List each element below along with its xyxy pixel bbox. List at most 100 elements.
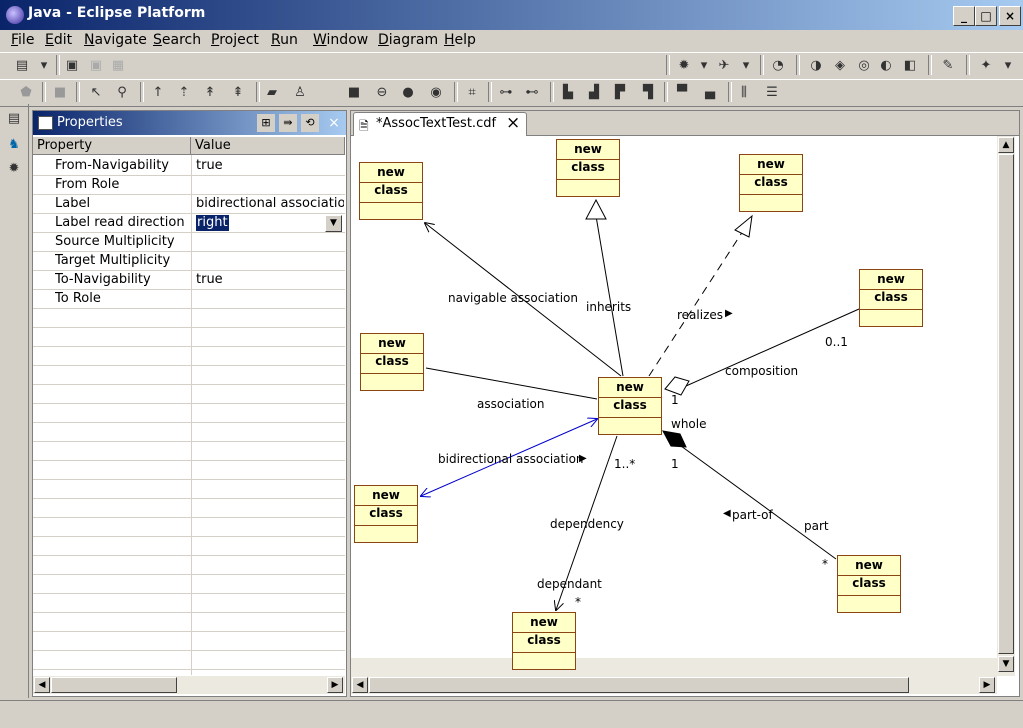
close-button[interactable]: × <box>999 6 1021 26</box>
new-file-icon[interactable]: ◧ <box>902 57 918 73</box>
edge-label[interactable]: 1..* <box>614 457 635 471</box>
association-edge[interactable] <box>425 367 598 400</box>
hierarchy-icon[interactable]: ♞ <box>6 136 22 152</box>
menu-edit[interactable]: Edit <box>45 32 72 48</box>
menu-file[interactable]: File <box>11 32 34 48</box>
align-middle-icon[interactable]: ▀ <box>674 84 690 100</box>
value-column-header[interactable]: Value <box>191 137 345 155</box>
menu-project[interactable]: Project <box>211 32 259 48</box>
save-icon[interactable]: ▣ <box>64 57 80 73</box>
package-tool-icon[interactable]: ▰ <box>264 84 280 100</box>
new-package-icon[interactable]: ◈ <box>832 57 848 73</box>
align-left-icon[interactable]: ▙ <box>560 84 576 100</box>
align-top-icon[interactable]: ▜ <box>640 84 656 100</box>
table-row[interactable]: Target Multiplicity <box>33 252 345 271</box>
menu-window[interactable]: Window <box>313 32 368 48</box>
table-row[interactable]: Label bidirectional association <box>33 195 345 214</box>
table-row[interactable]: To Role <box>33 290 345 309</box>
tree-icon[interactable]: ⊷ <box>524 84 540 100</box>
generalization-tool-icon[interactable]: ⇡ <box>176 84 192 100</box>
debug-view-icon[interactable]: ✹ <box>6 160 22 176</box>
class-box[interactable]: new class <box>837 555 901 613</box>
close-view-icon[interactable]: × <box>325 114 343 132</box>
label-direction-select[interactable]: right <box>196 215 229 231</box>
search-icon[interactable]: ◔ <box>770 57 786 73</box>
part-of-edge[interactable] <box>662 430 837 560</box>
class-box[interactable]: new class <box>859 269 923 327</box>
note-tool-icon[interactable]: ● <box>400 84 416 100</box>
select-icon[interactable]: ↖ <box>88 84 104 100</box>
association-tool-icon[interactable]: ↑ <box>150 84 166 100</box>
align-bottom-icon[interactable]: ▄ <box>702 84 718 100</box>
scroll-thumb[interactable] <box>51 677 177 693</box>
tab-assoctexttest[interactable]: 🗎 *AssocTextTest.cdf × <box>353 112 527 136</box>
edge-label[interactable]: dependant <box>537 577 602 591</box>
class-box[interactable]: new class <box>512 612 576 670</box>
realization-tool-icon[interactable]: ⇞ <box>230 84 246 100</box>
edge-label[interactable]: bidirectional association <box>438 452 584 466</box>
minimize-button[interactable]: _ <box>953 6 975 26</box>
filter-icon[interactable]: ⇛ <box>279 114 297 132</box>
class-tool-icon[interactable]: ■ <box>346 84 362 100</box>
scroll-left-icon[interactable]: ◀ <box>352 677 368 693</box>
new-wizard-icon[interactable]: ▤ <box>14 57 30 73</box>
title-bar[interactable]: Java - Eclipse Platform _ □ × <box>0 0 1023 30</box>
new-class-icon[interactable]: ◎ <box>856 57 872 73</box>
pin-icon[interactable]: ✎ <box>940 57 956 73</box>
editor-vscrollbar[interactable]: ▲ ▼ <box>997 136 1015 676</box>
layout-icon[interactable]: ⌗ <box>464 84 480 100</box>
editor-hscrollbar[interactable]: ◀ ▶ <box>351 676 997 694</box>
table-row[interactable]: From-Navigability true <box>33 157 345 176</box>
edge-label[interactable]: association <box>477 397 544 411</box>
scroll-left-icon[interactable]: ◀ <box>34 677 50 693</box>
scroll-thumb[interactable] <box>998 154 1014 654</box>
class-box[interactable]: new class <box>360 333 424 391</box>
scroll-down-icon[interactable]: ▼ <box>998 656 1014 672</box>
print-icon[interactable]: ▦ <box>110 57 126 73</box>
edge-label[interactable]: 1 <box>671 457 679 471</box>
dropdown-icon-4[interactable]: ▾ <box>1000 57 1016 73</box>
shape-icon[interactable]: ⬟ <box>18 84 34 100</box>
same-height-icon[interactable]: ☰ <box>764 84 780 100</box>
edge-label[interactable]: 1 <box>671 393 679 407</box>
align-center-icon[interactable]: ▟ <box>586 84 602 100</box>
menu-help[interactable]: Help <box>444 32 476 48</box>
same-width-icon[interactable]: ⫼ <box>736 84 752 100</box>
table-row[interactable]: From Role <box>33 176 345 195</box>
package-explorer-icon[interactable]: ▤ <box>6 110 22 126</box>
dropdown-icon-3[interactable]: ▾ <box>738 57 754 73</box>
edge-label[interactable]: composition <box>725 364 798 378</box>
edge-label[interactable]: realizes <box>677 308 723 322</box>
edge-label[interactable]: part-of <box>732 508 773 522</box>
component-tool-icon[interactable]: ◉ <box>428 84 444 100</box>
debug-icon[interactable]: ✹ <box>676 57 692 73</box>
edge-label[interactable]: * <box>822 557 828 571</box>
edge-label[interactable]: * <box>575 595 581 609</box>
menu-search[interactable]: Search <box>153 32 201 48</box>
close-tab-icon[interactable]: × <box>506 113 520 133</box>
table-row[interactable]: To-Navigability true <box>33 271 345 290</box>
scroll-up-icon[interactable]: ▲ <box>998 137 1014 153</box>
class-box[interactable]: new class <box>556 139 620 197</box>
scroll-right-icon[interactable]: ▶ <box>327 677 343 693</box>
editor-scrollbars[interactable] <box>351 658 997 676</box>
dropdown-icon-2[interactable]: ▾ <box>696 57 712 73</box>
properties-header[interactable]: Properties ⊞ ⇛ ⟲ × <box>33 111 346 135</box>
save-all-icon[interactable]: ▣ <box>88 57 104 73</box>
class-box[interactable]: new class <box>354 485 418 543</box>
dependency-tool-icon[interactable]: ↟ <box>202 84 218 100</box>
edge-label[interactable]: 0..1 <box>825 335 848 349</box>
magnify-icon[interactable]: ⚲ <box>114 84 130 100</box>
new-interface-icon[interactable]: ◐ <box>878 57 894 73</box>
edge-label[interactable]: inherits <box>586 300 631 314</box>
route-icon[interactable]: ⊶ <box>498 84 514 100</box>
menu-diagram[interactable]: Diagram <box>378 32 438 48</box>
edge-label[interactable]: whole <box>671 417 706 431</box>
run-icon[interactable]: ✈ <box>716 57 732 73</box>
categories-icon[interactable]: ⊞ <box>257 114 275 132</box>
interface-tool-icon[interactable]: ⊖ <box>374 84 390 100</box>
dropdown-icon[interactable]: ▾ <box>36 57 52 73</box>
inherits-edge[interactable] <box>585 198 624 377</box>
class-box[interactable]: new class <box>739 154 803 212</box>
actor-tool-icon[interactable]: ♙ <box>292 84 308 100</box>
